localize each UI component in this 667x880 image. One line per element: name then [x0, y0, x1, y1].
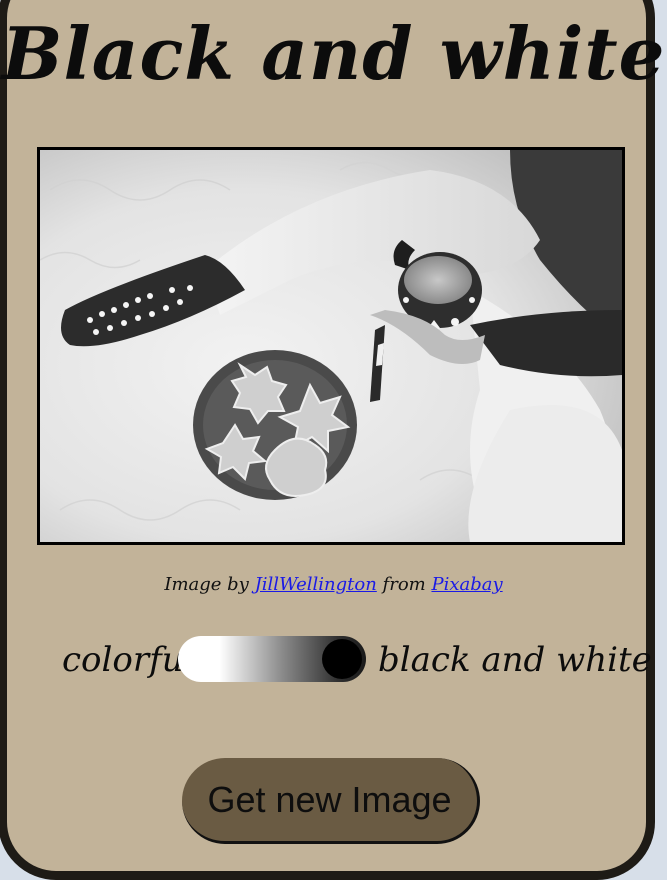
credit-prefix: Image by [164, 574, 249, 595]
color-mode-switch[interactable] [178, 636, 366, 682]
toggle-label-black-and-white: black and white [378, 640, 652, 680]
photo-image [40, 150, 622, 542]
toggle-label-colorful: colorful [62, 640, 195, 680]
source-link[interactable]: Pixabay [431, 574, 502, 595]
switch-knob[interactable] [322, 639, 362, 679]
photo [37, 147, 625, 545]
credit-middle: from [382, 574, 426, 595]
color-mode-toggle-row: colorful black and white [0, 632, 667, 688]
page-title: Black and white [1, 11, 666, 96]
author-link[interactable]: JillWellington [255, 574, 377, 595]
photo-credit: Image by JillWellington from Pixabay [0, 574, 667, 595]
get-new-image-button[interactable]: Get new Image [182, 758, 480, 844]
